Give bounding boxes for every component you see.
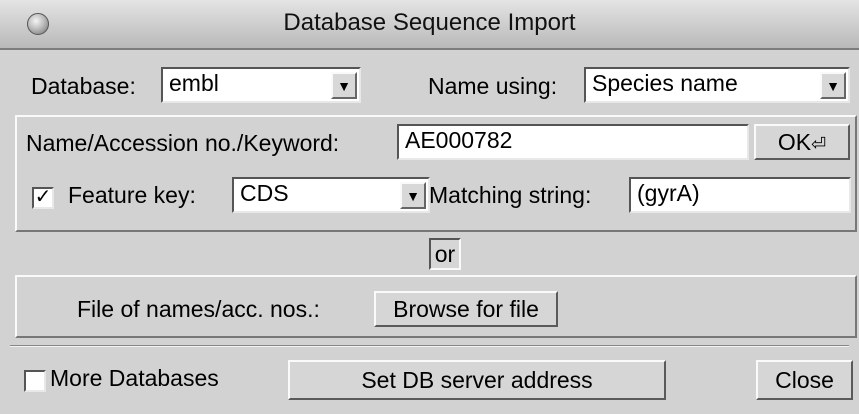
more-databases-checkbox[interactable] xyxy=(24,370,46,392)
database-label: Database: xyxy=(31,73,136,99)
feature-key-select-value: CDS xyxy=(240,180,289,206)
query-panel: Name/Accession no./Keyword: AE000782 OK⏎… xyxy=(15,115,857,232)
or-divider-label: or xyxy=(429,238,461,270)
feature-key-label: Feature key: xyxy=(68,182,196,208)
title-bar[interactable]: Database Sequence Import xyxy=(0,0,859,50)
ok-button-label: OK xyxy=(777,128,812,155)
accession-input[interactable]: AE000782 xyxy=(397,124,749,160)
chevron-down-icon[interactable]: ▼ xyxy=(400,182,426,209)
database-sequence-import-dialog: Database Sequence Import Database: embl … xyxy=(0,0,859,414)
ok-button[interactable]: OK⏎ xyxy=(754,124,850,160)
query-label: Name/Accession no./Keyword: xyxy=(26,130,340,156)
matching-string-label: Matching string: xyxy=(429,182,592,208)
browse-for-file-button[interactable]: Browse for file xyxy=(374,291,558,327)
window-title: Database Sequence Import xyxy=(283,9,576,36)
set-db-server-address-button[interactable]: Set DB server address xyxy=(288,360,666,400)
file-panel: File of names/acc. nos.: Browse for file xyxy=(15,275,857,338)
database-select[interactable]: embl ▼ xyxy=(161,67,361,103)
chevron-down-icon[interactable]: ▼ xyxy=(331,72,357,99)
footer-separator xyxy=(10,345,849,347)
file-label: File of names/acc. nos.: xyxy=(77,296,320,322)
name-using-select-value: Species name xyxy=(592,70,738,96)
chevron-down-icon[interactable]: ▼ xyxy=(820,72,846,99)
feature-key-select[interactable]: CDS ▼ xyxy=(232,177,430,213)
return-key-icon: ⏎ xyxy=(811,133,827,154)
name-using-label: Name using: xyxy=(428,73,558,99)
close-button[interactable]: Close xyxy=(756,360,853,400)
name-using-select[interactable]: Species name ▼ xyxy=(584,67,850,103)
matching-string-input[interactable]: (gyrA) xyxy=(629,177,851,213)
database-select-value: embl xyxy=(169,70,219,96)
feature-key-checkbox[interactable]: ✓ xyxy=(32,187,54,209)
more-databases-label: More Databases xyxy=(50,365,219,391)
